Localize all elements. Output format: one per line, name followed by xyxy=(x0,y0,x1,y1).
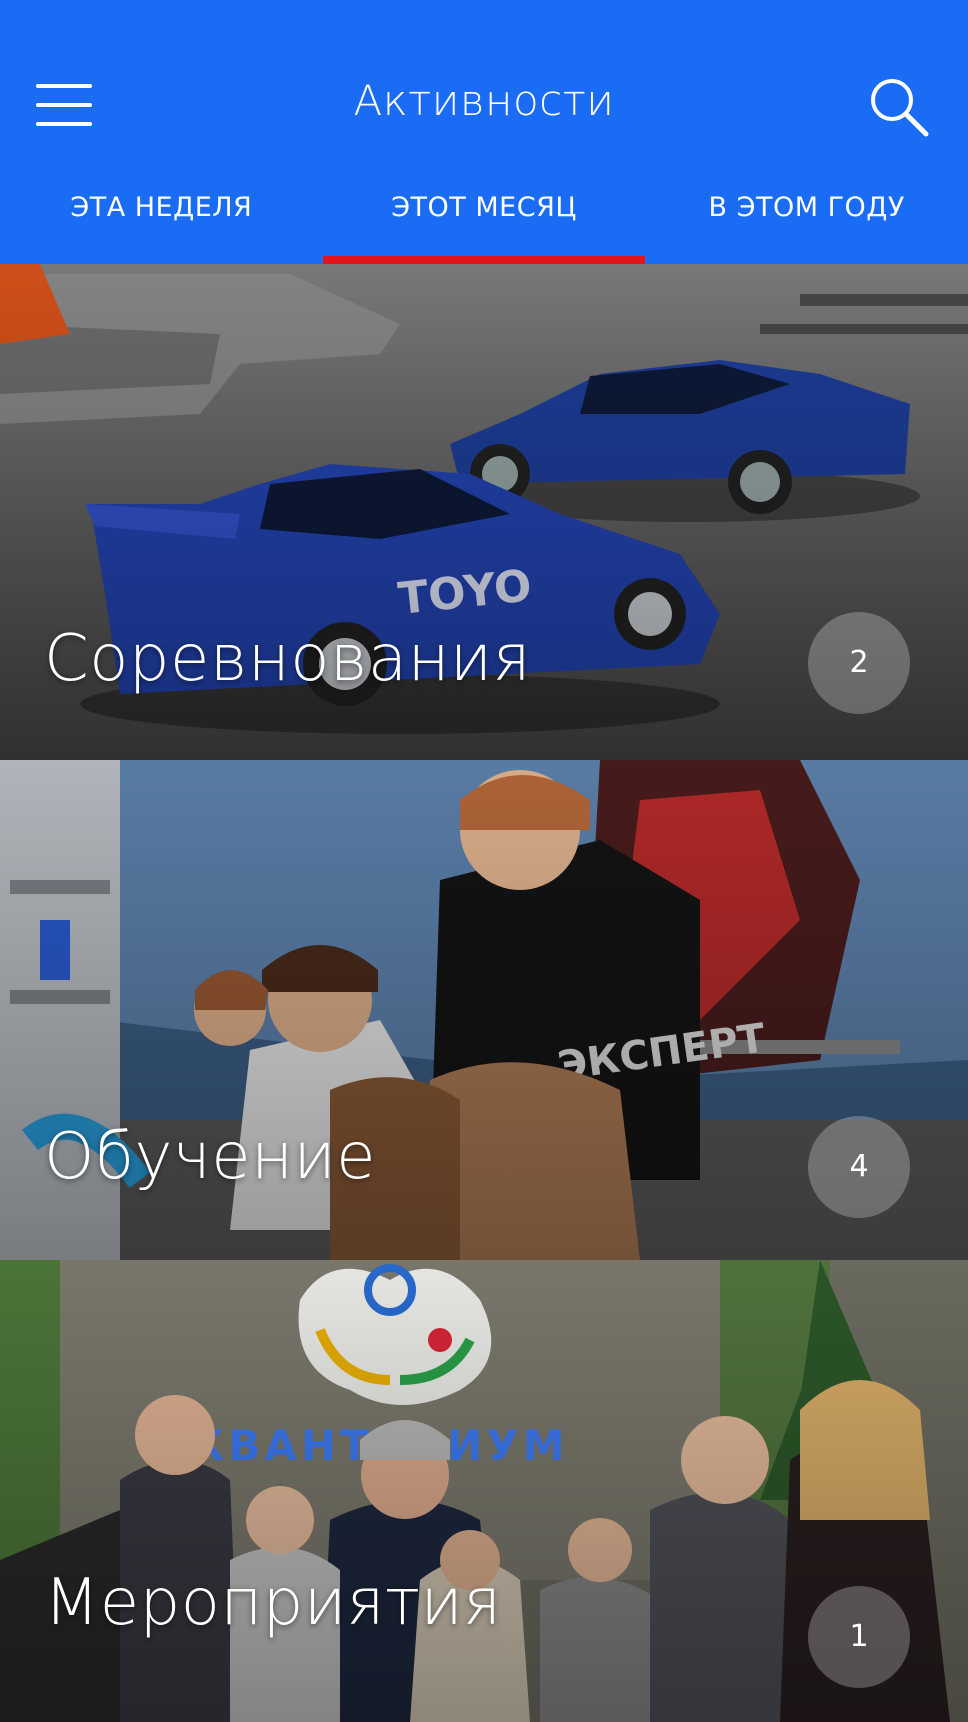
tab-label: В ЭТОМ ГОДУ xyxy=(708,192,905,223)
app-header: Активности ЭТА НЕДЕЛЯ ЭТОТ МЕСЯЦ В ЭТОМ … xyxy=(0,0,968,264)
category-count-badge: 4 xyxy=(808,1116,910,1218)
menu-line xyxy=(36,122,92,126)
category-card-competitions[interactable]: TOYO Соревнования 2 xyxy=(0,264,968,760)
category-count-badge: 1 xyxy=(808,1586,910,1688)
category-card-events[interactable]: КВАНТОРИУМ xyxy=(0,1260,968,1722)
category-card-education[interactable]: ЭКСПЕРТ Обучение 4 xyxy=(0,760,968,1260)
menu-line xyxy=(36,103,92,107)
tab-label: ЭТА НЕДЕЛЯ xyxy=(70,192,253,223)
category-title: Соревнования xyxy=(44,622,531,696)
category-title: Обучение xyxy=(44,1120,376,1194)
category-count-badge: 2 xyxy=(808,612,910,714)
app-screen: Активности ЭТА НЕДЕЛЯ ЭТОТ МЕСЯЦ В ЭТОМ … xyxy=(0,0,968,1722)
tab-this-month[interactable]: ЭТОТ МЕСЯЦ xyxy=(322,170,646,264)
activity-category-list: TOYO Соревнования 2 xyxy=(0,264,968,1722)
period-tabs: ЭТА НЕДЕЛЯ ЭТОТ МЕСЯЦ В ЭТОМ ГОДУ xyxy=(0,170,968,264)
menu-line xyxy=(36,84,92,88)
category-title: Мероприятия xyxy=(44,1566,502,1640)
search-icon[interactable] xyxy=(868,76,930,138)
tab-this-week[interactable]: ЭТА НЕДЕЛЯ xyxy=(0,170,323,264)
hamburger-menu-icon[interactable] xyxy=(36,80,92,130)
tab-label: ЭТОТ МЕСЯЦ xyxy=(391,192,577,223)
page-title: Активности xyxy=(353,76,615,125)
tab-this-year[interactable]: В ЭТОМ ГОДУ xyxy=(645,170,968,264)
